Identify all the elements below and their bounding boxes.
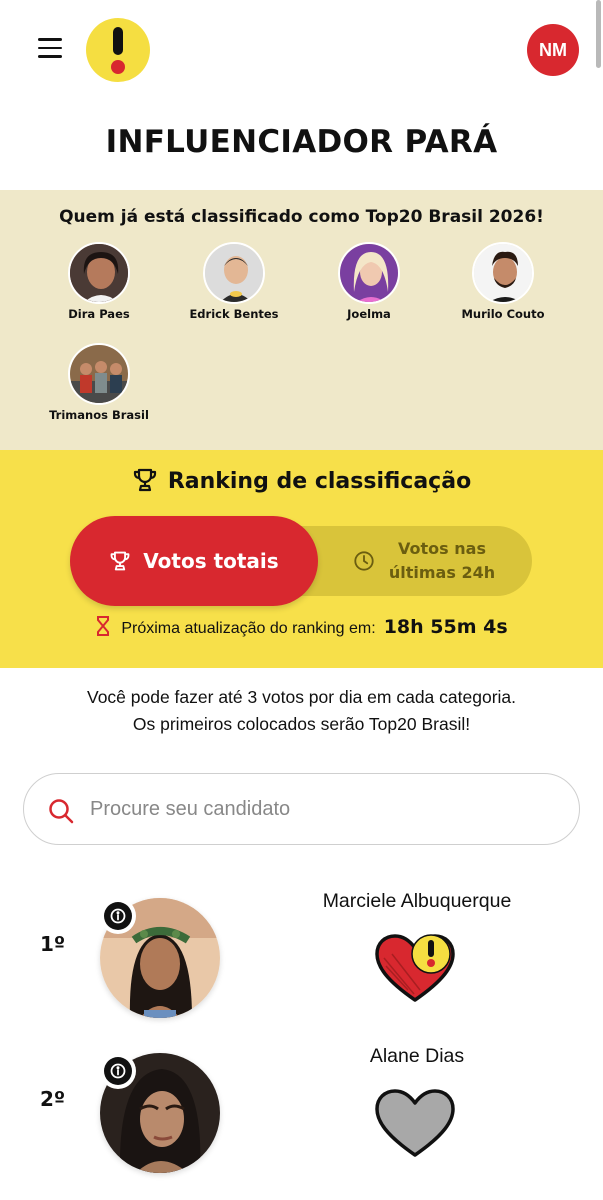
classified-section: Quem já está classificado como Top20 Bra…: [0, 190, 603, 450]
person-name: Dira Paes: [68, 307, 130, 321]
trophy-icon: [132, 467, 158, 499]
search-input[interactable]: [90, 788, 550, 830]
ranking-title: Ranking de classificação: [0, 467, 603, 499]
person-avatar: [68, 343, 130, 405]
hamburger-menu-icon[interactable]: [38, 38, 62, 60]
heart-voted-icon: [375, 934, 455, 1002]
info-button[interactable]: [100, 1053, 136, 1089]
candidate-name: Alane Dias: [369, 1045, 465, 1067]
person-avatar: [338, 242, 400, 304]
heart-icon: [375, 1089, 455, 1157]
ranking-update-line: Próxima atualização do ranking em: 18h 55…: [0, 616, 603, 641]
person-name: Joelma: [347, 307, 391, 321]
candidate-name: Marciele Albuquerque: [322, 890, 512, 912]
person-name: Trimanos Brasil: [49, 408, 149, 422]
voting-info-line-2: Os primeiros colocados serão Top20 Brasi…: [132, 714, 471, 734]
clock-icon: [354, 551, 374, 571]
candidate-rank: 2º: [40, 1087, 66, 1111]
hourglass-icon: [95, 616, 111, 641]
exclamation-logo-icon[interactable]: [86, 18, 150, 82]
search-bar[interactable]: [23, 773, 580, 845]
voting-info-line-1: Você pode fazer até 3 votos por dia em c…: [86, 687, 517, 707]
person-avatar: [68, 242, 130, 304]
ranking-title-text: Ranking de classificação: [167, 469, 472, 494]
person-avatar: [203, 242, 265, 304]
classified-person[interactable]: Edrick Bentes: [169, 242, 299, 321]
scrollbar[interactable]: [596, 0, 601, 68]
search-icon: [48, 798, 74, 829]
classified-title: Quem já está classificado como Top20 Bra…: [59, 207, 544, 227]
person-avatar: [472, 242, 534, 304]
classified-person[interactable]: Trimanos Brasil: [34, 343, 164, 422]
voting-info: Você pode fazer até 3 votos por dia em c…: [0, 684, 603, 738]
trophy-icon: [110, 551, 130, 571]
header: NM: [0, 0, 603, 100]
person-name: Murilo Couto: [461, 307, 545, 321]
info-icon: [110, 908, 126, 924]
classified-person[interactable]: Murilo Couto: [438, 242, 568, 321]
update-timer: 18h 55m 4s: [383, 616, 508, 638]
tab-votos-24h-label-2: últimas 24h: [388, 563, 496, 582]
classified-person[interactable]: Joelma: [304, 242, 434, 321]
vote-heart[interactable]: [374, 1087, 456, 1164]
info-icon: [110, 1063, 126, 1079]
candidate-row: 1º Marciele Albuquerque: [0, 882, 603, 1032]
update-label: Próxima atualização do ranking em:: [121, 620, 376, 637]
vote-heart-voted[interactable]: [374, 932, 456, 1009]
user-avatar[interactable]: NM: [527, 24, 579, 76]
candidate-rank: 1º: [40, 932, 66, 956]
tab-votos-24h[interactable]: Votos nas últimas 24h: [330, 534, 520, 588]
ranking-section: Ranking de classificação Votos totais Vo…: [0, 450, 603, 668]
person-name: Edrick Bentes: [189, 307, 279, 321]
tab-votos-totais-label: Votos totais: [143, 549, 279, 573]
classified-person[interactable]: Dira Paes: [34, 242, 164, 321]
candidate-row: 2º Alane Dias: [0, 1037, 603, 1187]
page-title: INFLUENCIADOR PARÁ: [105, 124, 498, 160]
info-button[interactable]: [100, 898, 136, 934]
tab-votos-24h-label-1: Votos nas: [398, 539, 486, 558]
tab-votos-totais[interactable]: Votos totais: [70, 516, 318, 606]
